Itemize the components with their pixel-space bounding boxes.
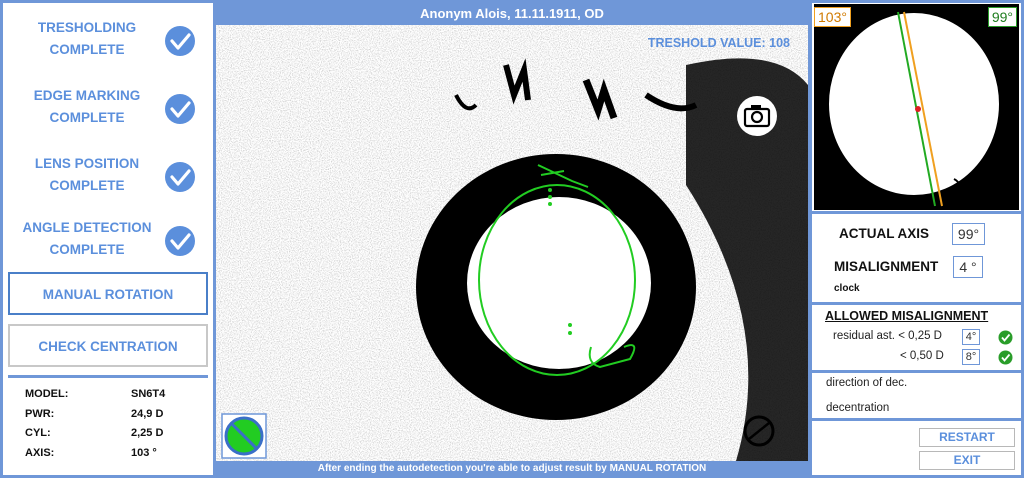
decentration-label: decentration [826, 402, 890, 414]
lens-info-row: PWR: 24,9 D [25, 408, 195, 428]
lens-info-value: 24,9 D [131, 407, 164, 420]
detected-axis-angle: 99° [987, 7, 1017, 27]
divider [8, 375, 208, 378]
threshold-value: TRESHOLD VALUE: 108 [647, 36, 790, 50]
allowed-row-label: < 0,50 D [900, 350, 944, 362]
check-circle-icon [165, 162, 195, 192]
results-panel: 103° 99° ACTUAL AXIS 99° MISALIGNMENT 4 … [812, 3, 1021, 475]
check-centration-button[interactable]: CHECK CENTRATION [8, 324, 208, 367]
lens-info-key: AXIS: [25, 446, 55, 459]
step-title: ANGLE DETECTION [22, 220, 152, 235]
divider [812, 418, 1021, 421]
step-label: EDGE MARKING COMPLETE [7, 85, 167, 129]
camera-icon[interactable] [736, 95, 778, 137]
allowed-row-label: residual ast. < 0,25 D [833, 330, 942, 342]
lens-info-key: CYL: [25, 427, 51, 439]
actual-axis-value: 99° [952, 223, 985, 245]
step-title: TRESHOLDING [37, 20, 137, 35]
ok-check-icon [998, 330, 1013, 345]
check-circle-icon [165, 94, 195, 124]
footer-hint: After ending the autodetection you're ab… [317, 463, 707, 474]
patient-title: Anonym Alois, 11.11.1911, OD [420, 6, 604, 21]
check-circle-icon [165, 26, 195, 56]
step-thresholding: TRESHOLDING COMPLETE [3, 9, 213, 73]
lens-info-value: SN6T4 [131, 388, 166, 400]
step-edge-marking: EDGE MARKING COMPLETE [3, 77, 213, 141]
allowed-row-value: 4° [962, 329, 980, 345]
step-title: LENS POSITION [34, 156, 140, 171]
target-circle-icon[interactable] [741, 413, 777, 449]
eye-image-viewer[interactable]: TRESHOLD VALUE: 108 [216, 25, 808, 461]
lens-info-key: PWR: [25, 407, 55, 420]
step-label: ANGLE DETECTION COMPLETE [7, 217, 167, 261]
lens-info-row: MODEL: SN6T4 [25, 388, 195, 408]
allowed-row-value: 8° [962, 349, 980, 365]
manual-rotation-button[interactable]: MANUAL ROTATION [8, 272, 208, 315]
check-circle-icon [165, 226, 195, 256]
divider [812, 370, 1021, 373]
disable-detection-icon[interactable] [221, 413, 267, 459]
step-title: EDGE MARKING [33, 88, 141, 103]
step-label: TRESHOLDING COMPLETE [7, 17, 167, 61]
ok-check-icon [998, 350, 1013, 365]
misalignment-label: MISALIGNMENT [834, 259, 939, 274]
thresholded-eye-image [216, 25, 808, 461]
restart-button[interactable]: RESTART [919, 428, 1015, 447]
exit-button[interactable]: EXIT [919, 451, 1015, 470]
lens-info-value: 103 ° [131, 446, 157, 459]
step-label: LENS POSITION COMPLETE [7, 153, 167, 197]
axis-thumbnail-image [814, 4, 1019, 210]
divider [812, 302, 1021, 305]
workflow-panel: TRESHOLDING COMPLETE EDGE MARKING COMPLE… [3, 3, 213, 475]
previous-axis-angle: 103° [814, 7, 851, 27]
misalignment-value: 4 ° [953, 256, 983, 278]
lens-info-row: CYL: 2,25 D [25, 427, 195, 447]
step-status: COMPLETE [49, 42, 125, 57]
step-status: COMPLETE [49, 178, 125, 193]
step-status: COMPLETE [49, 110, 125, 125]
step-angle-detection: ANGLE DETECTION COMPLETE [3, 209, 213, 273]
misalignment-direction: clock [834, 283, 860, 294]
step-status: COMPLETE [49, 242, 125, 257]
step-lens-position: LENS POSITION COMPLETE [3, 145, 213, 209]
direction-of-decentration: direction of dec. [826, 377, 908, 389]
lens-info: MODEL: SN6T4 PWR: 24,9 D CYL: 2,25 D AXIS: 1… [25, 388, 195, 466]
actual-axis-label: ACTUAL AXIS [839, 226, 930, 241]
lens-info-value: 2,25 D [131, 427, 164, 439]
axis-thumbnail: 103° 99° [814, 4, 1019, 210]
lens-info-key: MODEL: [25, 388, 69, 400]
allowed-misalignment-title: ALLOWED MISALIGNMENT [825, 309, 989, 323]
divider [812, 211, 1021, 214]
lens-info-row: AXIS: 103 ° [25, 447, 195, 467]
